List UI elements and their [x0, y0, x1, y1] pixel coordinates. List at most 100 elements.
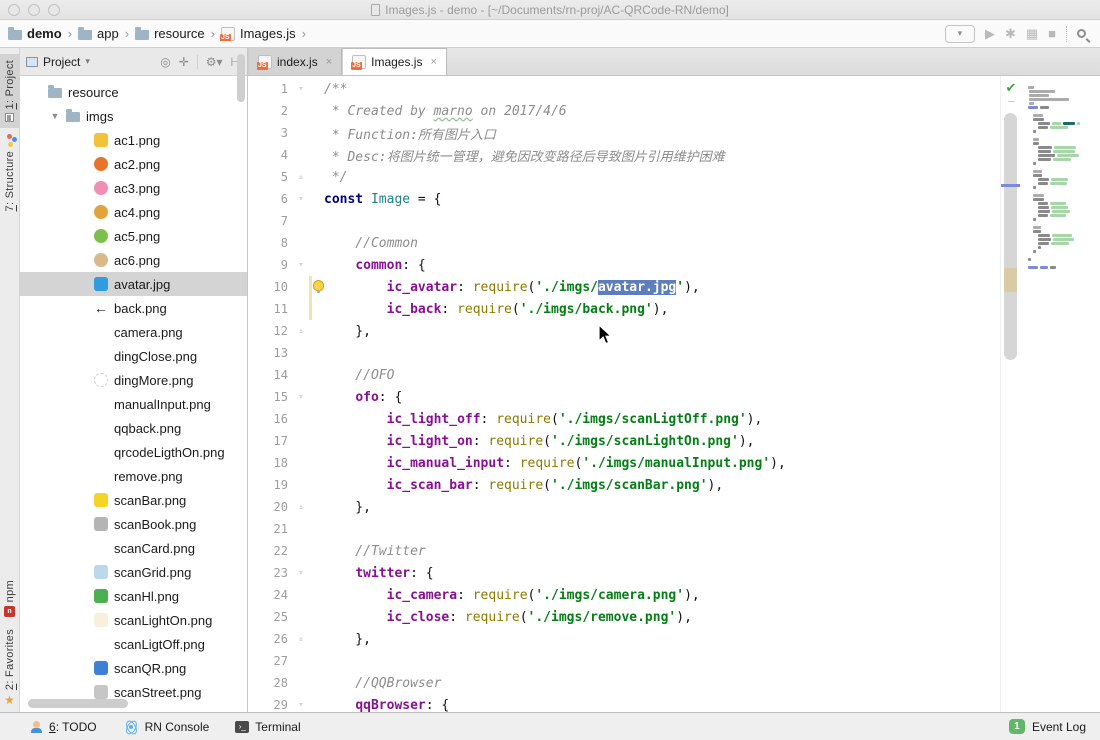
line-number: 22 [273, 544, 288, 558]
code-pane[interactable]: 1 ▿/** 2 * Created by marno on 2017/4/6 3 *… [248, 76, 1000, 713]
minimap-row [1028, 206, 1096, 209]
code-minimap[interactable] [1020, 76, 1100, 712]
project-view-icon [26, 56, 38, 67]
fold-open-icon[interactable]: ▿ [294, 568, 308, 578]
statusbar-item-terminal[interactable]: ›_ Terminal [235, 720, 301, 734]
status-bar: 6: TODO RN Console ›_ Terminal 1 Event Log [0, 712, 1100, 740]
tree-horizontal-scrollbar[interactable] [28, 699, 128, 708]
js-file-icon [257, 54, 272, 70]
tree-item-scanCard-png[interactable]: scanCard.png [20, 536, 247, 560]
statusbar-item-rn-console[interactable]: RN Console [123, 719, 209, 735]
minimap-segment [1033, 194, 1044, 197]
stripe-item-project[interactable]: 1: Project [0, 54, 20, 129]
editor-line: 18 ic_manual_input: require('./imgs/manu… [248, 452, 1000, 474]
minimap-row [1028, 218, 1096, 221]
line-number: 5 [280, 170, 288, 184]
tab-label: Images.js [371, 55, 423, 69]
editor-scrollbar-column: ✔ ﹏ [1000, 76, 1020, 712]
debug-icon[interactable]: ✱ [1005, 26, 1016, 42]
fold-open-icon[interactable]: ▿ [294, 84, 308, 94]
tree-item-manualInput-png[interactable]: manualInput.png [20, 392, 247, 416]
statusbar-item-todo[interactable]: 6: TODO [30, 720, 97, 734]
tree-item-ac2-png[interactable]: ac2.png [20, 152, 247, 176]
fold-close-icon[interactable]: ▵ [294, 634, 308, 644]
image-thumbnail-icon [94, 637, 108, 651]
editor-body: 1 ▿/** 2 * Created by marno on 2017/4/6 3 *… [248, 76, 1100, 712]
stop-icon[interactable]: ■ [1048, 26, 1056, 41]
coverage-icon[interactable]: ▦ [1026, 26, 1038, 42]
editor-scrollbar-thumb[interactable] [1004, 113, 1017, 360]
gutter-marker-column [308, 694, 324, 712]
tree-item-dingMore-png[interactable]: dingMore.png [20, 368, 247, 392]
stripe-item-npm[interactable]: npm n [0, 574, 20, 623]
tree-item-ac6-png[interactable]: ac6.png [20, 248, 247, 272]
tree-expand-arrow-icon[interactable]: ▼ [50, 111, 60, 121]
tree-item-scanBar-png[interactable]: scanBar.png [20, 488, 247, 512]
stripe-item-structure[interactable]: 7: Structure [0, 128, 20, 217]
minimap-row [1028, 178, 1096, 181]
tree-item-label: qrcodeLigthOn.png [114, 444, 225, 460]
tree-item-scanHl-png[interactable]: scanHl.png [20, 584, 247, 608]
project-panel-title[interactable]: Project [43, 55, 80, 69]
tree-item-imgs[interactable]: ▼ imgs [20, 104, 247, 128]
gutter-marker-column [308, 78, 324, 100]
event-log-widget[interactable]: 1 Event Log [1008, 719, 1086, 734]
minimap-row [1028, 102, 1096, 105]
tree-item-dingClose-png[interactable]: dingClose.png [20, 344, 247, 368]
tree-item-ac3-png[interactable]: ac3.png [20, 176, 247, 200]
breadcrumb-item[interactable]: Images.js [219, 26, 296, 41]
tree-item-scanLigtOff-png[interactable]: scanLigtOff.png [20, 632, 247, 656]
tree-item-scanLightOn-png[interactable]: scanLightOn.png [20, 608, 247, 632]
tree-item-scanGrid-png[interactable]: scanGrid.png [20, 560, 247, 584]
tree-item-scanQR-png[interactable]: scanQR.png [20, 656, 247, 680]
fold-open-icon[interactable]: ▿ [294, 194, 308, 204]
tree-vertical-scrollbar[interactable] [237, 54, 245, 102]
settings-gear-icon[interactable]: ⚙▾ [206, 55, 223, 69]
tab-close-icon[interactable]: × [326, 56, 332, 68]
breadcrumb-item[interactable]: resource [135, 26, 205, 41]
tree-item-scanBook-png[interactable]: scanBook.png [20, 512, 247, 536]
run-config-selector[interactable]: ▾ [944, 24, 975, 43]
code-text: ic_scan_bar: require('./imgs/scanBar.png… [386, 477, 724, 493]
editor-tab-index-js[interactable]: index.js × [248, 48, 343, 75]
breadcrumb-label: demo [27, 26, 62, 41]
breadcrumb-item[interactable]: app [78, 26, 119, 41]
fold-open-icon[interactable]: ▿ [294, 260, 308, 270]
tree-item-qrcodeLigthOn-png[interactable]: qrcodeLigthOn.png [20, 440, 247, 464]
collapse-all-icon[interactable]: ✛ [179, 55, 189, 69]
minimap-row [1028, 250, 1096, 253]
fold-close-icon[interactable]: ▵ [294, 326, 308, 336]
editor-tab-Images-js[interactable]: Images.js × [342, 48, 447, 75]
tree-item-ac5-png[interactable]: ac5.png [20, 224, 247, 248]
intention-bulb-icon[interactable] [313, 280, 324, 293]
fold-close-icon[interactable]: ▵ [294, 502, 308, 512]
breadcrumb-item[interactable]: demo [8, 26, 62, 41]
fold-open-icon[interactable]: ▿ [294, 392, 308, 402]
minimap-segment [1063, 122, 1075, 125]
search-everywhere-icon[interactable] [1077, 29, 1086, 38]
tree-item-avatar-jpg[interactable]: avatar.jpg [20, 272, 247, 296]
minimap-segment [1050, 126, 1068, 129]
stripe-item-favorites[interactable]: 2: Favorites ★ [0, 623, 20, 712]
chevron-down-icon[interactable]: ▾ [85, 56, 90, 67]
tree-item-ac1-png[interactable]: ac1.png [20, 128, 247, 152]
tab-close-icon[interactable]: × [430, 56, 436, 68]
tree-item-back-png[interactable]: ← back.png [20, 296, 247, 320]
tree-item-remove-png[interactable]: remove.png [20, 464, 247, 488]
tree-item-label: ac5.png [114, 228, 161, 244]
tree-item-label: back.png [114, 300, 167, 316]
tree-item-ac4-png[interactable]: ac4.png [20, 200, 247, 224]
breadcrumb-chevron-icon: › [210, 26, 215, 41]
fold-open-icon[interactable]: ▿ [294, 700, 308, 710]
tree-item-camera-png[interactable]: camera.png [20, 320, 247, 344]
gutter-marker-column [308, 298, 324, 320]
run-icon[interactable]: ▶ [985, 26, 995, 42]
inspections-ok-icon[interactable]: ✔ ﹏ [1003, 81, 1019, 106]
tree-item-label: scanCard.png [114, 540, 195, 556]
tree-item-qqback-png[interactable]: qqback.png [20, 416, 247, 440]
fold-close-icon[interactable]: ▵ [294, 172, 308, 182]
image-thumbnail-icon [94, 373, 108, 387]
document-icon [371, 3, 381, 16]
tree-item-resource[interactable]: resource [20, 80, 247, 104]
locate-icon[interactable]: ◎ [160, 55, 170, 69]
